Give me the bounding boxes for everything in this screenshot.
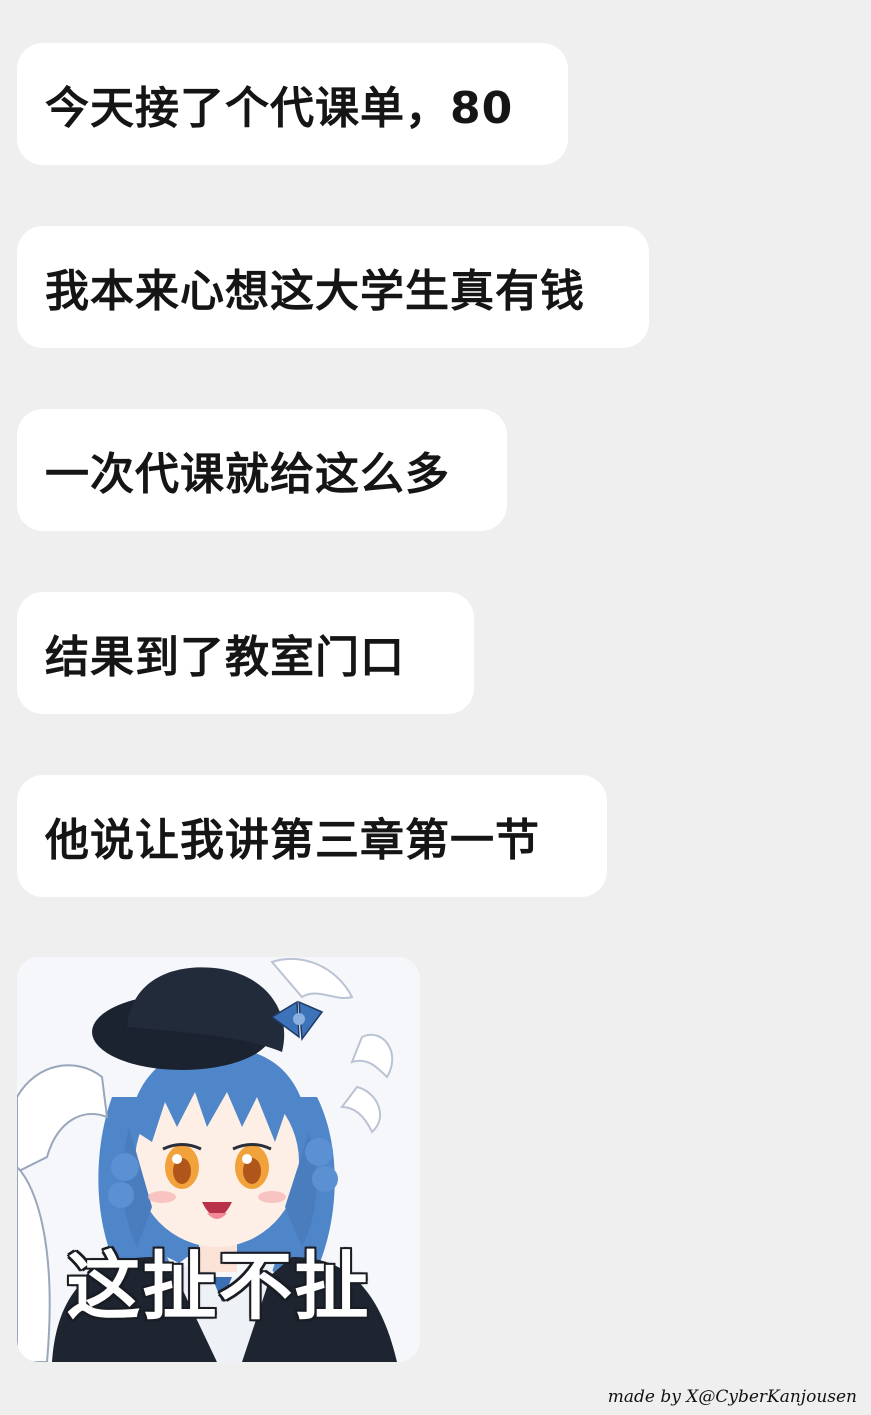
message-text: 我本来心想这大学生真有钱 — [45, 266, 585, 317]
message-text: 一次代课就给这么多 — [45, 449, 450, 500]
message-bubble[interactable]: 一次代课就给这么多 — [17, 409, 507, 531]
message-text: 结果到了教室门口 — [45, 632, 405, 683]
chat-thread: 今天接了个代课单，80 我本来心想这大学生真有钱 一次代课就给这么多 结果到了教… — [0, 0, 871, 1415]
sticker-message[interactable]: 这扯不扯 — [17, 957, 420, 1362]
message-text: 他说让我讲第三章第一节 — [45, 815, 540, 866]
message-bubble[interactable]: 我本来心想这大学生真有钱 — [17, 226, 649, 348]
message-bubble[interactable]: 结果到了教室门口 — [17, 592, 474, 714]
sticker-caption: 这扯不扯 — [65, 1243, 371, 1332]
message-text: 今天接了个代课单，80 — [45, 83, 514, 134]
message-bubble[interactable]: 他说让我讲第三章第一节 — [17, 775, 607, 897]
watermark: made by X@CyberKanjousen — [607, 1387, 857, 1407]
message-bubble[interactable]: 今天接了个代课单，80 — [17, 43, 568, 165]
